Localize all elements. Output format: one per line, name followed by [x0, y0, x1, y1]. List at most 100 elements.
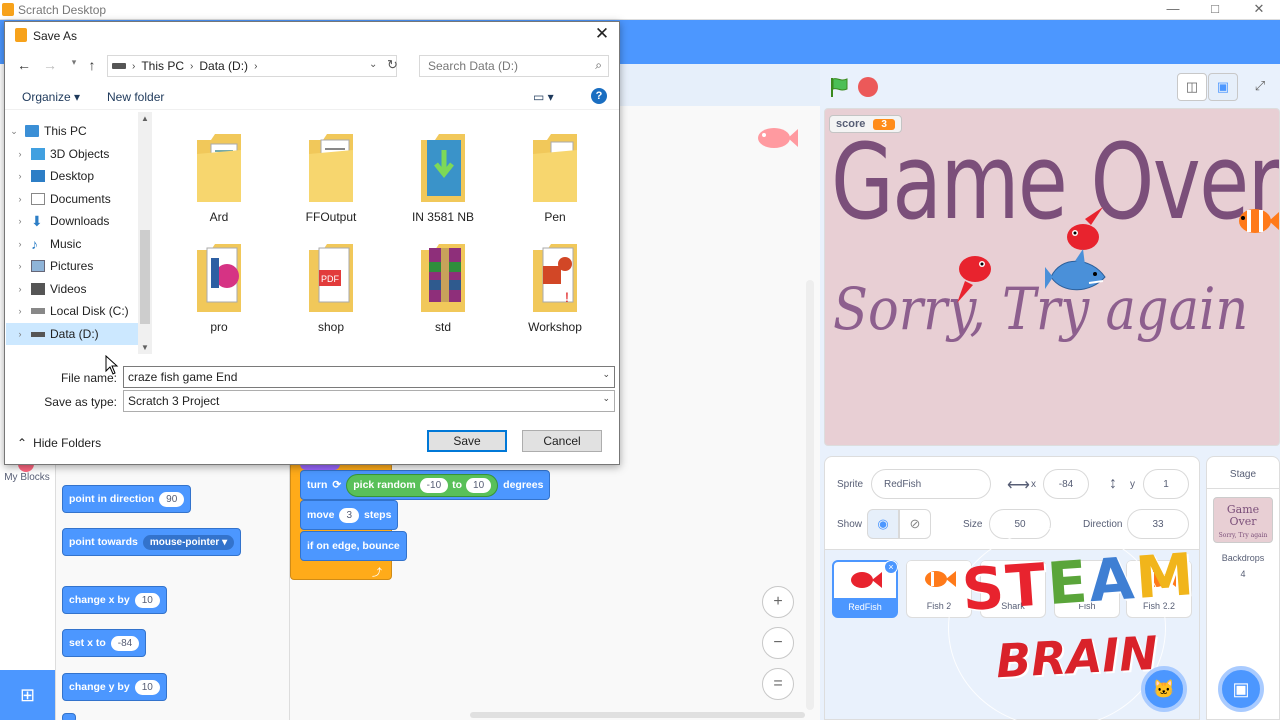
new-folder-button[interactable]: New folder — [107, 90, 164, 104]
cancel-button[interactable]: Cancel — [522, 430, 602, 452]
random-from-input[interactable]: -10 — [419, 477, 449, 493]
add-extension-button[interactable]: ⊞ — [0, 670, 55, 720]
scroll-down-icon[interactable]: ▼ — [138, 343, 152, 352]
save-type-select[interactable]: Scratch 3 Project ⌄ — [123, 390, 615, 412]
y-change-input[interactable]: 10 — [134, 679, 160, 695]
x-value-input[interactable]: -84 — [110, 635, 140, 651]
zoom-out-button[interactable]: − — [762, 627, 794, 659]
zoom-reset-button[interactable]: = — [762, 668, 794, 700]
point-towards-block[interactable]: point towards mouse-pointer ▾ — [62, 528, 242, 556]
chevron-down-icon[interactable]: ⌄ — [602, 393, 610, 404]
change-y-by-block[interactable]: change y by 10 — [62, 673, 167, 701]
show-sprite-button[interactable]: ◉ — [867, 509, 899, 539]
maximize-button[interactable]: □ — [1200, 1, 1230, 19]
chevron-right-icon[interactable]: › — [12, 284, 28, 294]
help-button[interactable]: ? — [591, 88, 607, 104]
direction-input[interactable]: 33 — [1127, 509, 1189, 539]
x-change-input[interactable]: 10 — [134, 592, 160, 608]
chevron-right-icon[interactable]: › — [12, 239, 28, 249]
chevron-down-icon[interactable]: ⌄ — [6, 126, 22, 137]
script-vertical-scrollbar[interactable] — [806, 280, 814, 710]
change-x-by-block[interactable]: change x by 10 — [62, 586, 167, 614]
target-dropdown[interactable]: mouse-pointer ▾ — [142, 534, 235, 550]
navigation-pane-scrollbar[interactable]: ▲ ▼ — [138, 112, 152, 354]
stage-canvas[interactable]: score 3 Game Over Sorry, Try again — [824, 108, 1280, 446]
folder-item-ard[interactable]: Ard — [165, 122, 273, 228]
random-to-input[interactable]: 10 — [466, 477, 492, 493]
address-bar[interactable]: › This PC › Data (D:) › — [107, 55, 397, 77]
delete-sprite-button[interactable]: × — [884, 560, 898, 574]
tree-item-pictures[interactable]: › Pictures — [6, 255, 138, 277]
clownfish-sprite[interactable] — [1233, 201, 1280, 241]
normal-stage-button[interactable]: ▣ — [1208, 73, 1238, 101]
search-input[interactable]: Search Data (D:) ⌕ — [419, 55, 609, 77]
hide-sprite-button[interactable]: ⊘ — [899, 509, 931, 539]
tree-item-3d-objects[interactable]: › 3D Objects — [6, 143, 138, 165]
chevron-down-icon[interactable]: ⌄ — [602, 369, 610, 380]
back-button[interactable]: ← — [15, 57, 33, 77]
small-stage-button[interactable]: ◫ — [1177, 73, 1207, 101]
folder-item-ffoutput[interactable]: FFOutput — [277, 122, 385, 228]
hide-folders-button[interactable]: ⌃ Hide Folders — [17, 436, 101, 450]
folder-item-workshop[interactable]: ! Workshop — [501, 232, 609, 338]
scrollbar-thumb[interactable] — [140, 230, 150, 324]
y-position-input[interactable]: 1 — [1143, 469, 1189, 499]
choose-backdrop-button[interactable]: ▣ — [1218, 666, 1264, 712]
stop-icon[interactable] — [858, 77, 878, 97]
up-button[interactable]: ↑ — [83, 57, 101, 77]
tree-item-desktop[interactable]: › Desktop — [6, 165, 138, 187]
folder-item-pro[interactable]: pro — [165, 232, 273, 338]
turn-block[interactable]: turn ⟳ pick random -10 to 10 degrees — [300, 470, 551, 500]
chevron-right-icon[interactable]: › — [12, 261, 28, 271]
breadcrumb-data-d[interactable]: Data (D:) — [199, 59, 248, 73]
choose-sprite-button[interactable]: 🐱 — [1141, 666, 1187, 712]
refresh-button[interactable]: ↻ — [387, 55, 403, 75]
sprite-name-input[interactable]: RedFish — [871, 469, 991, 499]
fullscreen-button[interactable]: ⤢ — [1245, 73, 1275, 101]
organize-menu[interactable]: Organize ▾ — [22, 90, 80, 104]
set-x-to-block[interactable]: set x to -84 — [62, 629, 147, 657]
pick-random-block[interactable]: pick random -10 to 10 — [346, 473, 499, 497]
tree-item-this-pc[interactable]: ⌄ This PC — [6, 120, 138, 142]
move-block[interactable]: move 3 steps — [300, 500, 399, 530]
chevron-right-icon[interactable]: › — [12, 149, 28, 159]
tree-item-videos[interactable]: › Videos — [6, 278, 138, 300]
x-position-input[interactable]: -84 — [1043, 469, 1089, 499]
forward-button[interactable]: → — [41, 57, 59, 77]
point-in-direction-block[interactable]: point in direction 90 — [62, 485, 192, 513]
folder-item-shop[interactable]: PDF shop — [277, 232, 385, 338]
steps-input[interactable]: 3 — [339, 507, 359, 523]
script-horizontal-scrollbar[interactable] — [470, 712, 805, 718]
folder-item-std[interactable]: std — [389, 232, 497, 338]
tree-item-data-d[interactable]: › Data (D:) — [6, 323, 138, 345]
direction-input[interactable]: 90 — [159, 491, 185, 507]
recent-locations-button[interactable]: ▾ — [65, 57, 83, 77]
folder-item-in-3581-nb[interactable]: IN 3581 NB — [389, 122, 497, 228]
zoom-in-button[interactable]: + — [762, 586, 794, 618]
chevron-right-icon[interactable]: › — [12, 194, 28, 204]
breadcrumb-this-pc[interactable]: This PC — [141, 59, 184, 73]
dialog-close-button[interactable]: ✕ — [591, 25, 613, 45]
chevron-right-icon[interactable]: › — [12, 306, 28, 316]
chevron-right-icon[interactable]: › — [12, 171, 28, 181]
green-flag-icon[interactable] — [828, 76, 850, 98]
chevron-right-icon[interactable]: › — [12, 216, 28, 226]
tree-item-documents[interactable]: › Documents — [6, 188, 138, 210]
bounce-block[interactable]: if on edge, bounce — [300, 531, 407, 561]
my-blocks-category-label[interactable]: My Blocks — [2, 472, 52, 483]
file-name-input[interactable]: craze fish game End ⌄ — [123, 366, 615, 388]
partial-block[interactable] — [62, 713, 76, 720]
change-view-button[interactable]: ▭ ▾ — [533, 90, 554, 104]
shark-sprite[interactable] — [1045, 249, 1111, 309]
window-close-button[interactable]: ✕ — [1244, 1, 1274, 19]
chevron-right-icon[interactable]: › — [12, 329, 28, 339]
sprite-tile-redfish[interactable]: RedFish × — [832, 560, 898, 618]
scroll-up-icon[interactable]: ▲ — [138, 114, 152, 123]
tree-item-downloads[interactable]: › ⬇ Downloads — [6, 210, 138, 232]
folder-item-pen[interactable]: Pen — [501, 122, 609, 228]
redfish-sprite[interactable] — [951, 249, 997, 305]
address-dropdown-button[interactable]: ⌄ — [369, 55, 383, 75]
save-button[interactable]: Save — [427, 430, 507, 452]
tree-item-music[interactable]: › ♪ Music — [6, 233, 138, 255]
minimize-button[interactable]: — — [1158, 1, 1188, 19]
